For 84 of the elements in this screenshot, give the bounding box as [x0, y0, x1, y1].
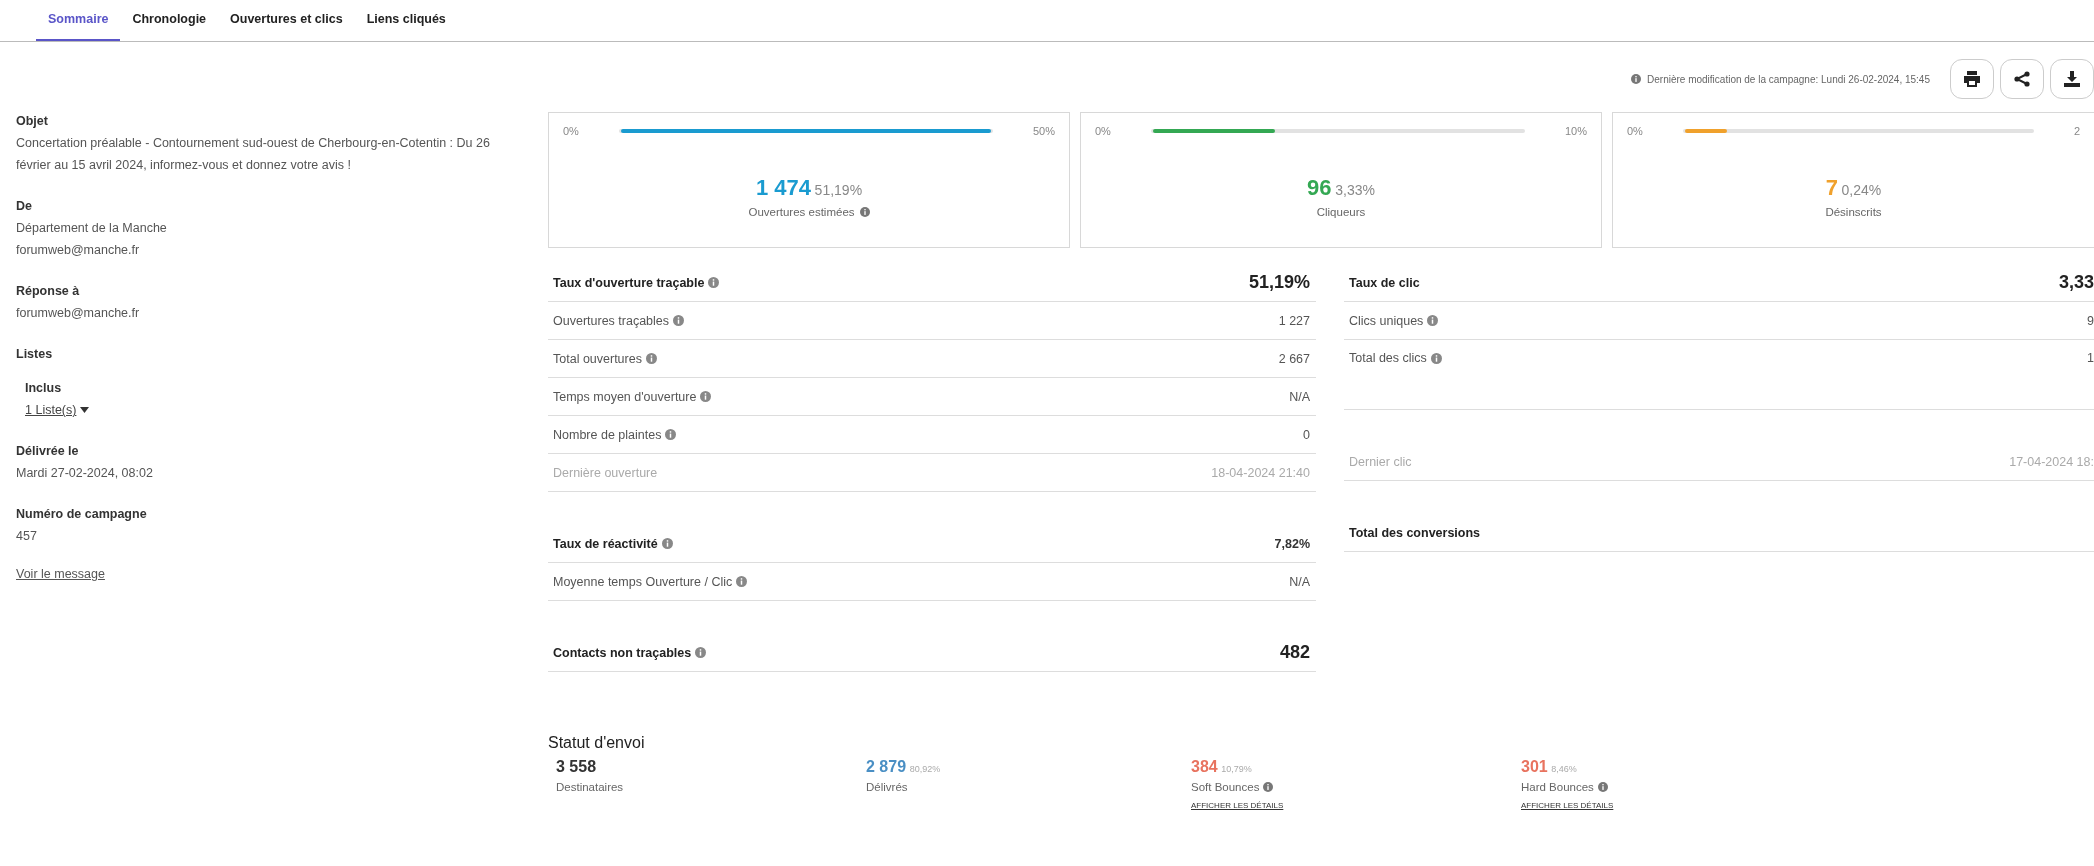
- stat-percent: 51,19%: [814, 182, 863, 198]
- stat-label: Cliqueurs: [1316, 206, 1366, 218]
- field-label: Inclus: [25, 380, 63, 397]
- status-percent: 80,92%: [909, 764, 941, 774]
- field-value: Concertation préalable - Contournement sud-ouest de Cherbourg-en-Cotentin : Du 26 février au 15 avril 2024, informez-vous et donnez votre avis !: [16, 135, 491, 174]
- stat-value: 1 474: [755, 175, 811, 200]
- last-modified-text: Dernière modification de la campagne: Lundi 26-02-2024, 15:45: [1647, 73, 1930, 85]
- row-label: Taux d'ouverture traçable: [553, 275, 705, 290]
- section-title: Statut d'envoi: [548, 734, 646, 752]
- row-label: Taux de clic: [1349, 275, 1420, 290]
- lists-dropdown[interactable]: 1 Liste(s): [25, 399, 90, 421]
- row-label: Taux de réactivité: [553, 536, 658, 551]
- details-link[interactable]: AFFICHER LES DÉTAILS: [1521, 801, 1614, 810]
- print-button[interactable]: [1950, 59, 1994, 99]
- row-value: 482: [1279, 642, 1310, 663]
- tab[interactable]: Chronologie: [120, 0, 219, 41]
- field-value: 457: [16, 528, 38, 545]
- status-value: 301: [1521, 758, 1548, 775]
- tab[interactable]: Sommaire: [36, 0, 121, 41]
- row-value: 2 667: [1278, 351, 1310, 366]
- tab[interactable]: Ouvertures et clics: [218, 0, 355, 41]
- scale-min: 0%: [563, 125, 579, 137]
- scale-max: 2: [2073, 125, 2080, 137]
- field-value: forumweb@manche.fr: [16, 305, 141, 322]
- row-value: N/A: [1289, 574, 1310, 589]
- row-label: Dernier clic: [1349, 454, 1412, 469]
- row-value: 1 227: [1278, 313, 1310, 328]
- row-label: Moyenne temps Ouverture / Clic: [553, 574, 733, 589]
- field-label: De: [16, 198, 33, 215]
- row-label: Total des clics: [1349, 351, 1427, 365]
- row-value: 18-04-2024 21:40: [1211, 465, 1310, 480]
- row-label: Nombre de plaintes: [553, 427, 662, 442]
- scale-min: 0%: [1627, 125, 1643, 137]
- row-label: Clics uniques: [1349, 313, 1424, 328]
- field-label: Délivrée le: [16, 443, 80, 460]
- row-label: Ouvertures traçables: [553, 313, 670, 328]
- field-value: Mardi 27-02-2024, 08:02: [16, 465, 154, 482]
- row-value: 51,19%: [1248, 272, 1310, 293]
- field-value: forumweb@manche.fr: [16, 242, 141, 259]
- status-label: Hard Bounces: [1521, 781, 1594, 793]
- status-value: 3 558: [556, 758, 597, 775]
- row-value: 1: [2087, 351, 2094, 365]
- scale-min: 0%: [1095, 125, 1111, 137]
- field-label: Objet: [16, 113, 49, 130]
- row-value: N/A: [1289, 389, 1310, 404]
- status-value: 2 879: [866, 758, 907, 775]
- view-message-link[interactable]: Voir le message: [16, 567, 105, 581]
- stat-percent: 0,24%: [1841, 182, 1882, 198]
- status-label: Délivrés: [866, 781, 908, 793]
- status-percent: 10,79%: [1221, 764, 1252, 774]
- caret-icon: [80, 407, 90, 413]
- stat-label: Ouvertures estimées: [748, 206, 855, 218]
- row-label: Total ouvertures: [553, 351, 642, 366]
- stat-percent: 3,33%: [1335, 182, 1375, 198]
- row-label: Dernière ouverture: [553, 465, 658, 480]
- scale-max: 50%: [1032, 125, 1055, 137]
- row-label: Total des conversions: [1349, 525, 1481, 540]
- row-label: Contacts non traçables: [553, 645, 692, 660]
- stat-value: 7: [1825, 175, 1838, 200]
- row-value: 9: [2087, 313, 2094, 328]
- field-label: Numéro de campagne: [16, 506, 148, 523]
- download-button[interactable]: [2050, 59, 2094, 99]
- field-value: Département de la Manche: [16, 220, 168, 237]
- scale-max: 10%: [1564, 125, 1587, 137]
- details-link[interactable]: AFFICHER LES DÉTAILS: [1191, 801, 1284, 810]
- status-label: Soft Bounces: [1191, 781, 1260, 793]
- row-value: 17-04-2024 18:: [2009, 454, 2094, 469]
- row-value: 0: [1303, 427, 1310, 442]
- stat-value: 96: [1307, 175, 1332, 200]
- share-icon: [2014, 71, 2030, 87]
- row-label: Temps moyen d'ouverture: [553, 389, 697, 404]
- stat-label: Désinscrits: [1825, 206, 1882, 218]
- print-icon: [1963, 71, 1981, 87]
- tab[interactable]: Liens cliqués: [354, 0, 458, 41]
- info-icon: [1631, 74, 1642, 84]
- status-label: Destinataires: [556, 781, 624, 793]
- status-percent: 8,46%: [1551, 764, 1577, 774]
- share-button[interactable]: [2000, 59, 2044, 99]
- row-value: 3,33: [2058, 272, 2094, 293]
- field-label: Listes: [16, 346, 54, 363]
- download-icon: [2064, 71, 2080, 87]
- field-label: Réponse à: [16, 283, 81, 300]
- row-value: 7,82%: [1274, 536, 1310, 551]
- status-value: 384: [1191, 758, 1218, 775]
